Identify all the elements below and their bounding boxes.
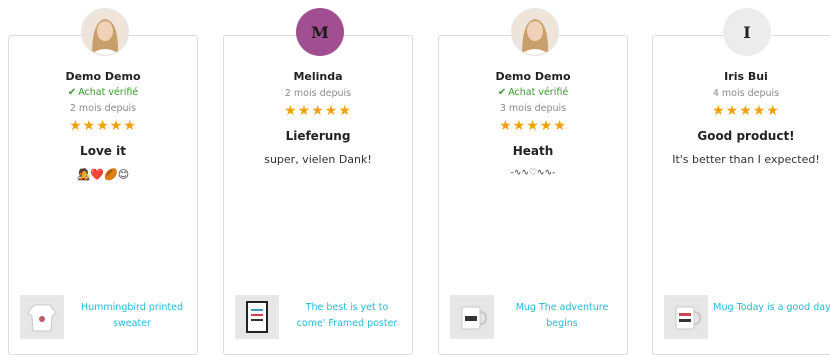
review-title: Love it (80, 144, 126, 158)
review-body: 🧑‍🎤❤️🏉😊 (76, 168, 130, 181)
product-name[interactable]: Mug The adventure begins (505, 300, 619, 332)
mug-thumbnail-icon[interactable] (664, 295, 708, 339)
product-link[interactable]: Mug Today is a good day (664, 295, 830, 341)
star-rating: ★★★★★ (284, 103, 352, 119)
verified-badge: ✔ Achat vérifié (439, 87, 627, 98)
framed-poster-thumbnail-icon[interactable] (235, 295, 279, 339)
verified-label: Achat vérifié (78, 87, 139, 98)
sweater-thumbnail-icon[interactable] (20, 295, 64, 339)
star-rating: ★★★★★ (499, 118, 567, 134)
review-body: -∿∿♡∿∿- (510, 168, 556, 178)
product-link[interactable]: The best is yet to come' Framed poster (235, 295, 404, 341)
product-name[interactable]: Hummingbird printed sweater (75, 300, 189, 332)
product-link[interactable]: Hummingbird printed sweater (20, 295, 189, 341)
review-date: 3 mois depuis (499, 103, 567, 114)
reviewer-name: Melinda (293, 70, 343, 83)
star-rating: ★★★★★ (69, 118, 137, 134)
reviewer-name: Demo Demo (495, 70, 571, 83)
review-card: Demo Demo ✔ Achat vérifié 2 mois depuis ★… (8, 8, 198, 355)
review-title: Lieferung (285, 129, 351, 143)
verified-label: Achat vérifié (508, 87, 569, 98)
reviewer-name: Iris Bui (724, 70, 768, 83)
review-title: Good product! (697, 129, 795, 143)
verified-badge: ✔ Achat vérifié (9, 87, 197, 98)
review-body: super, vielen Dank! (264, 153, 372, 166)
review-date: 2 mois depuis (69, 103, 137, 114)
review-date: 2 mois depuis (284, 88, 352, 99)
mug-thumbnail-icon[interactable] (450, 295, 494, 339)
product-name[interactable]: The best is yet to come' Framed poster (290, 300, 404, 332)
product-link[interactable]: Mug The adventure begins (450, 295, 619, 341)
star-rating: ★★★★★ (712, 103, 780, 119)
product-name[interactable]: Mug Today is a good day (713, 300, 830, 316)
review-card: Demo Demo ✔ Achat vérifié 3 mois depuis ★… (438, 8, 628, 355)
reviewer-name: Demo Demo (65, 70, 141, 83)
review-date: 4 mois depuis (712, 88, 780, 99)
check-icon: ✔ (67, 87, 77, 98)
review-card: I Iris Bui 4 mois depuis ★★★★★ Good prod… (652, 8, 830, 355)
check-icon: ✔ (497, 87, 507, 98)
review-title: Heath (512, 144, 554, 158)
review-card: M Melinda 2 mois depuis ★★★★★ Lieferung … (223, 8, 413, 355)
review-body: It's better than I expected! (672, 153, 820, 166)
